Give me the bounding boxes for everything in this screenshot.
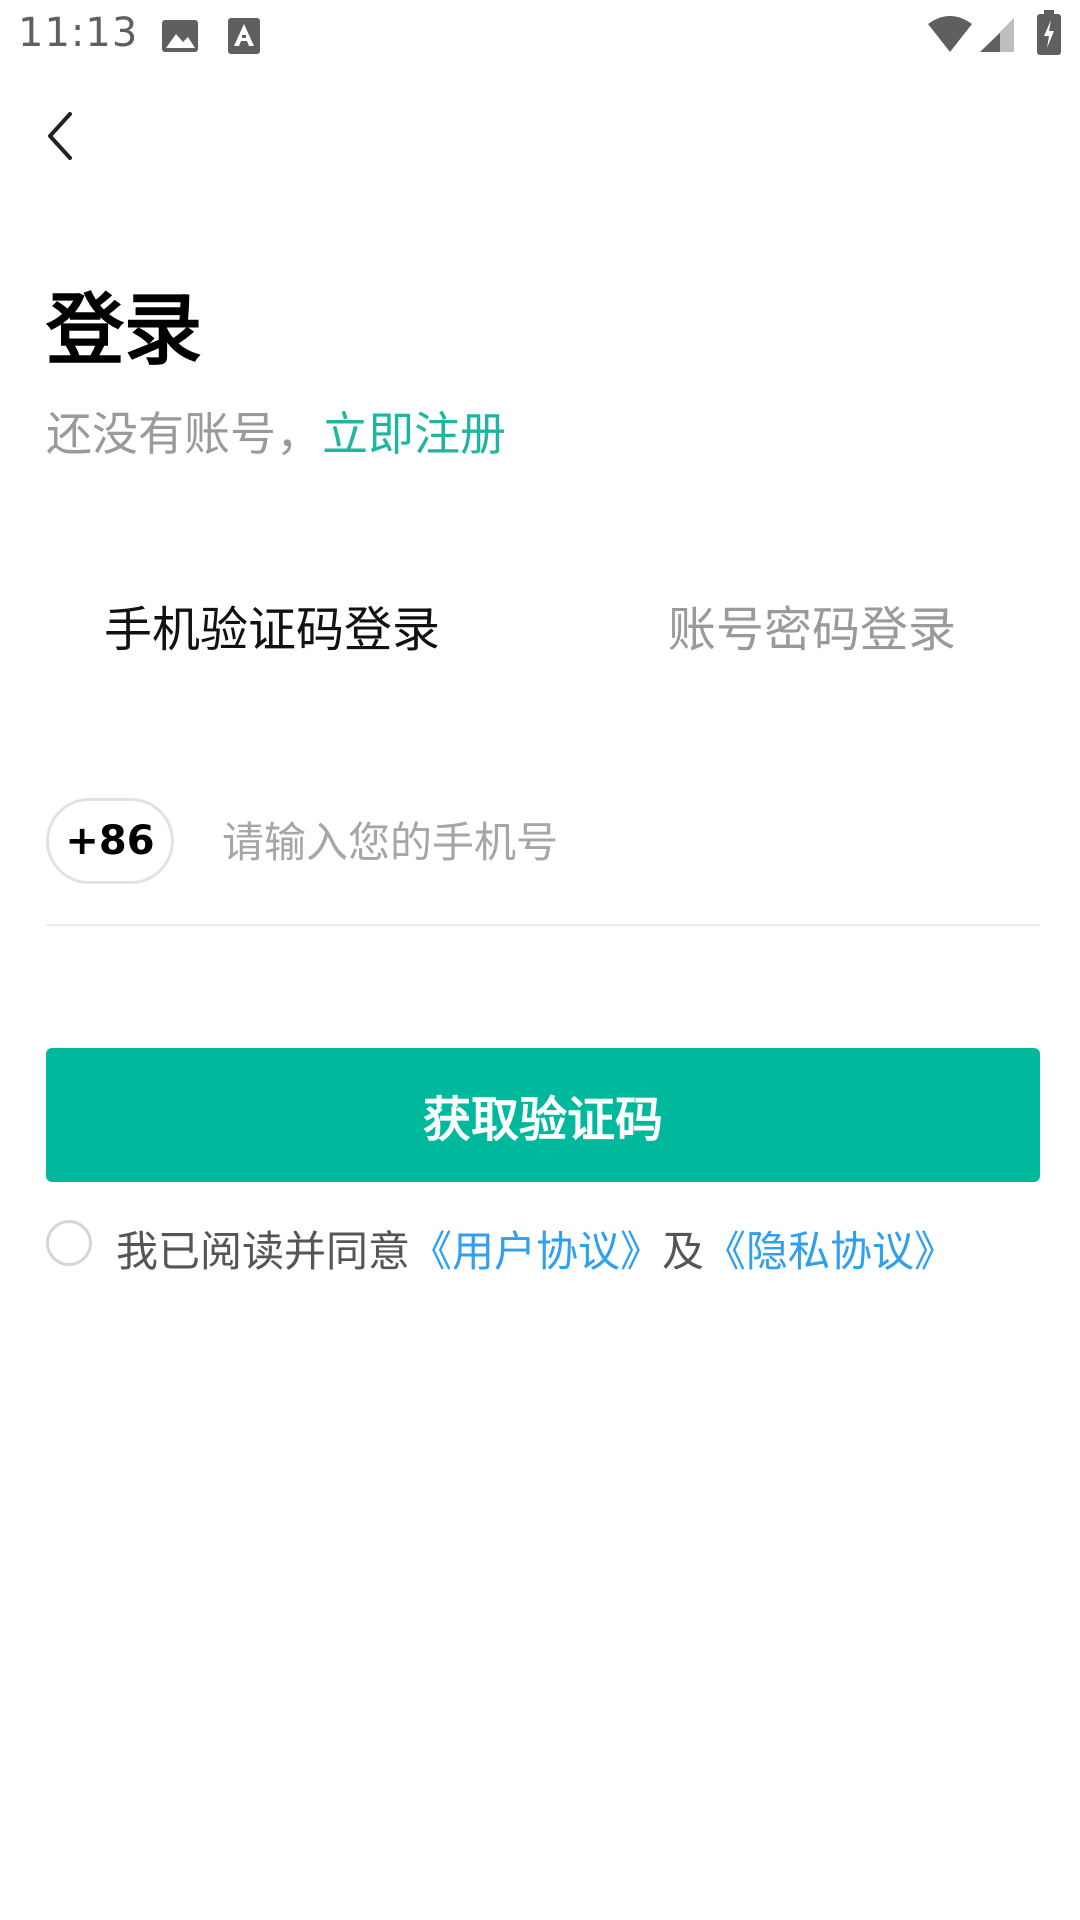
image-icon (160, 16, 200, 60)
wifi-icon (926, 14, 974, 58)
agreement-prefix: 我已阅读并同意 (116, 1227, 411, 1276)
page-title: 登录 (46, 286, 203, 376)
privacy-agreement-link[interactable]: 《隐私协议》 (704, 1227, 956, 1276)
agreement-and: 及 (662, 1227, 705, 1276)
agreement-text: 我已阅读并同意《用户协议》及《隐私协议》 (116, 1218, 956, 1279)
tab-account-password-login[interactable]: 账号密码登录 (668, 590, 956, 660)
register-link[interactable]: 立即注册 (322, 407, 506, 461)
phone-input[interactable] (222, 806, 1032, 878)
chevron-left-icon (44, 110, 76, 166)
back-button[interactable] (36, 104, 84, 172)
agreement-checkbox[interactable] (46, 1220, 92, 1266)
battery-charging-icon (1036, 10, 1062, 60)
font-icon (226, 16, 262, 60)
status-time: 11:13 (18, 10, 139, 56)
input-divider (46, 924, 1040, 926)
user-agreement-link[interactable]: 《用户协议》 (410, 1227, 662, 1276)
get-code-button[interactable]: 获取验证码 (46, 1048, 1040, 1182)
signal-icon (980, 16, 1016, 58)
status-bar: 11:13 (0, 0, 1080, 72)
tab-phone-code-login[interactable]: 手机验证码登录 (104, 590, 440, 660)
register-prompt: 还没有账号，立即注册 (46, 398, 506, 464)
no-account-text: 还没有账号， (46, 407, 322, 461)
country-code-selector[interactable]: +86 (46, 798, 174, 884)
